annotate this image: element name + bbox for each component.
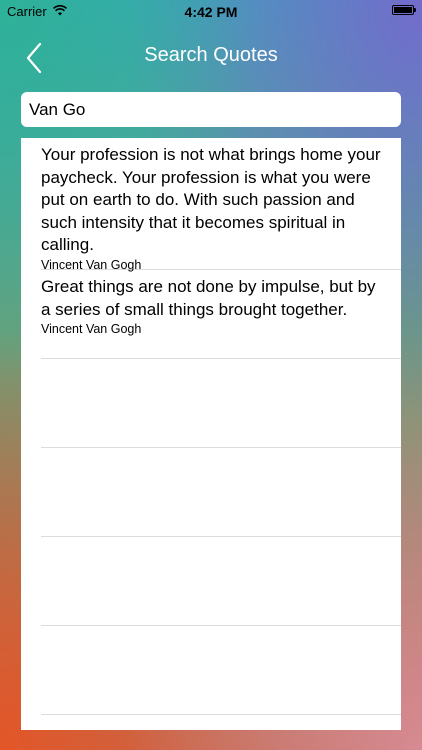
battery-fill: [394, 7, 412, 13]
search-input[interactable]: [29, 99, 393, 120]
battery-icon: [392, 5, 416, 15]
quote-row[interactable]: Your profession is not what brings home …: [41, 138, 401, 272]
status-time: 4:42 PM: [184, 4, 238, 20]
navigation-bar: Search Quotes: [0, 22, 422, 92]
quote-row[interactable]: Great things are not done by impulse, bu…: [41, 270, 401, 359]
status-bar: Carrier 4:42 PM: [0, 0, 422, 22]
empty-row: [41, 359, 401, 448]
quote-text: Great things are not done by impulse, bu…: [41, 277, 376, 319]
search-field-container: [21, 92, 401, 127]
empty-row: [41, 448, 401, 537]
quote-author: Vincent Van Gogh: [41, 322, 142, 336]
page-title: Search Quotes: [144, 44, 278, 66]
empty-row: [41, 537, 401, 626]
empty-row: [41, 626, 401, 715]
quotes-list[interactable]: Your profession is not what brings home …: [21, 138, 401, 730]
quote-text: Your profession is not what brings home …: [41, 145, 381, 254]
